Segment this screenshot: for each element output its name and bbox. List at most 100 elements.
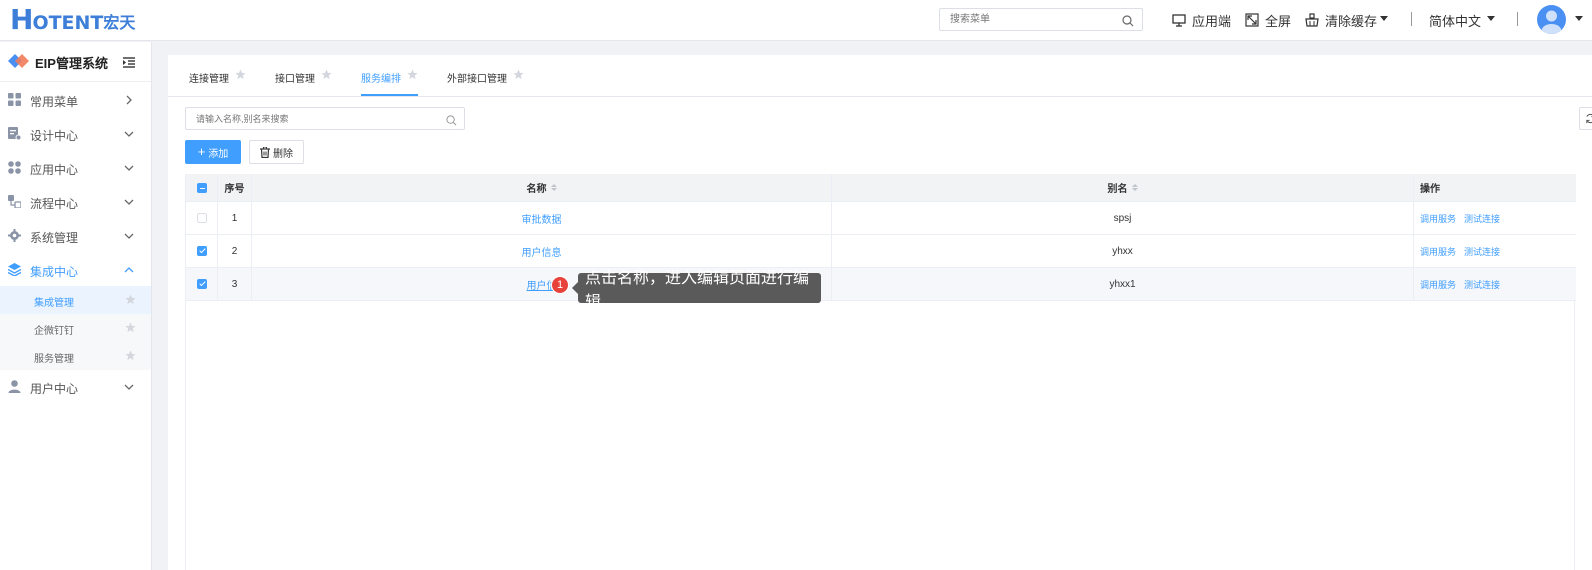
row-checkbox[interactable] xyxy=(196,213,207,223)
invoke-service-link[interactable]: 调用服务 xyxy=(1420,212,1456,225)
submenu-item-wecom-dingtalk[interactable]: 企微钉钉 xyxy=(0,314,151,342)
guide-step-badge: 1 xyxy=(551,276,569,294)
submenu-item-service-management[interactable]: 服务管理 xyxy=(0,342,151,370)
star-icon[interactable] xyxy=(513,69,524,83)
star-icon[interactable] xyxy=(407,69,418,83)
chevron-down-icon xyxy=(124,381,134,395)
tab-service-orchestration[interactable]: 服务编排 xyxy=(361,69,418,96)
search-icon[interactable] xyxy=(446,113,457,131)
ops-cell: 调用服务 测试连接 xyxy=(1414,202,1576,234)
star-icon[interactable] xyxy=(235,69,246,83)
name-link[interactable]: 审批数据 xyxy=(522,211,562,226)
test-connection-link[interactable]: 测试连接 xyxy=(1464,245,1500,258)
fullscreen-button[interactable]: 全屏 xyxy=(1245,10,1291,30)
logo-text: OTENT xyxy=(32,12,104,34)
user-avatar[interactable] xyxy=(1537,5,1566,34)
select-all-cell xyxy=(186,174,218,201)
language-caret-icon[interactable] xyxy=(1487,16,1495,21)
test-connection-link[interactable]: 测试连接 xyxy=(1464,212,1500,225)
submenu-item-integration-management[interactable]: 集成管理 xyxy=(0,286,151,314)
menu-item-integration-center[interactable]: 集成中心 xyxy=(0,253,151,287)
clear-cache-button[interactable]: 清除缓存 xyxy=(1305,10,1377,30)
index-value: 2 xyxy=(231,245,238,257)
menu-item-app-center[interactable]: 应用中心 xyxy=(0,151,151,185)
column-header-label: 名称 xyxy=(526,184,547,195)
plus-icon: + xyxy=(197,144,206,159)
chevron-right-icon xyxy=(124,94,134,108)
table-row: 1 审批数据 spsj 调用服务 测试连接 xyxy=(186,202,1576,235)
column-header-name[interactable]: 名称 xyxy=(252,174,832,201)
collapse-menu-icon[interactable] xyxy=(123,55,135,73)
delete-label: 删除 xyxy=(273,148,293,160)
service-table: 序号 名称 别名 操作 1 审批数据 spsj 调用服务 测试连接 2 用户信息… xyxy=(185,174,1576,570)
alias-value: spsj xyxy=(1113,212,1132,224)
refresh-button[interactable] xyxy=(1579,107,1592,130)
fullscreen-label: 全屏 xyxy=(1265,13,1292,29)
column-header-index: 序号 xyxy=(218,174,252,201)
invoke-service-link[interactable]: 调用服务 xyxy=(1420,245,1456,258)
search-icon[interactable] xyxy=(1122,14,1134,32)
star-icon[interactable] xyxy=(125,350,136,364)
row-checkbox[interactable] xyxy=(196,279,207,289)
tab-label: 服务编排 xyxy=(361,74,401,85)
menu-item-system-management[interactable]: 系统管理 xyxy=(0,219,151,253)
tab-label: 外部接口管理 xyxy=(447,74,507,85)
column-header-ops: 操作 xyxy=(1414,174,1576,201)
add-button[interactable]: + 添加 xyxy=(185,140,241,164)
menu-search-box xyxy=(939,8,1143,31)
star-icon[interactable] xyxy=(125,294,136,308)
tab-connection-management[interactable]: 连接管理 xyxy=(189,69,246,96)
column-header-label: 操作 xyxy=(1420,184,1440,195)
menu-label: 设计中心 xyxy=(30,129,79,143)
table-header: 序号 名称 别名 操作 xyxy=(186,174,1576,202)
clear-cache-caret-icon[interactable] xyxy=(1380,16,1388,21)
menu-item-favorites[interactable]: 常用菜单 xyxy=(0,83,151,117)
menu-item-user-center[interactable]: 用户中心 xyxy=(0,370,151,404)
invoke-service-link[interactable]: 调用服务 xyxy=(1420,278,1456,291)
main-panel: 连接管理 接口管理 服务编排 外部接口管理 + 添加 删除 xyxy=(168,55,1592,570)
menu-search-input[interactable] xyxy=(950,9,1120,30)
index-cell: 3 xyxy=(218,268,252,300)
alias-value: yhxx xyxy=(1112,245,1133,257)
app-end-label: 应用端 xyxy=(1192,13,1232,29)
star-icon[interactable] xyxy=(321,69,332,83)
tab-external-interface-management[interactable]: 外部接口管理 xyxy=(447,69,524,96)
ops-cell: 调用服务 测试连接 xyxy=(1414,235,1576,267)
add-label: 添加 xyxy=(208,148,229,160)
system-brand: EIP管理系统 xyxy=(0,42,151,82)
table-search-box xyxy=(185,107,465,130)
name-link[interactable]: 用户信息 xyxy=(522,244,562,259)
system-title: EIP管理系统 xyxy=(35,56,108,71)
select-all-checkbox[interactable] xyxy=(196,182,207,193)
tab-interface-management[interactable]: 接口管理 xyxy=(275,69,332,96)
gear-icon xyxy=(8,229,21,245)
language-label: 简体中文 xyxy=(1429,13,1482,29)
alias-value: yhxx1 xyxy=(1109,278,1136,290)
user-icon xyxy=(8,380,21,396)
layers-icon xyxy=(7,263,22,279)
test-connection-link[interactable]: 测试连接 xyxy=(1464,278,1500,291)
language-select[interactable]: 简体中文 xyxy=(1429,10,1481,30)
star-icon[interactable] xyxy=(125,322,136,336)
table-search-input[interactable] xyxy=(196,108,436,129)
menu-label: 集成中心 xyxy=(30,265,79,279)
table-row: 3 用户信 yhxx1 调用服务 测试连接 xyxy=(186,268,1576,301)
sort-icon[interactable] xyxy=(550,184,557,191)
app-end-button[interactable]: 应用端 xyxy=(1172,10,1231,30)
menu-item-design-center[interactable]: 设计中心 xyxy=(0,117,151,151)
delete-button[interactable]: 删除 xyxy=(249,140,304,164)
sort-icon[interactable] xyxy=(1131,184,1138,191)
index-cell: 1 xyxy=(218,202,252,234)
row-checkbox[interactable] xyxy=(196,246,207,256)
submenu-label: 企微钉钉 xyxy=(34,326,74,337)
row-select-cell xyxy=(186,235,218,267)
alias-cell: spsj xyxy=(832,202,1414,234)
menu-item-flow-center[interactable]: 流程中心 xyxy=(0,185,151,219)
avatar-caret-icon[interactable] xyxy=(1575,16,1583,21)
hotent-logo[interactable]: H OTENT 宏天 xyxy=(10,6,135,34)
column-header-alias[interactable]: 别名 xyxy=(832,174,1414,201)
column-header-label: 序号 xyxy=(224,184,245,195)
guide-tooltip-text: 点击名称，进入编辑页面进行编辑 xyxy=(585,270,810,311)
monitor-icon xyxy=(1172,13,1186,27)
brand-logo-icon xyxy=(8,53,30,74)
